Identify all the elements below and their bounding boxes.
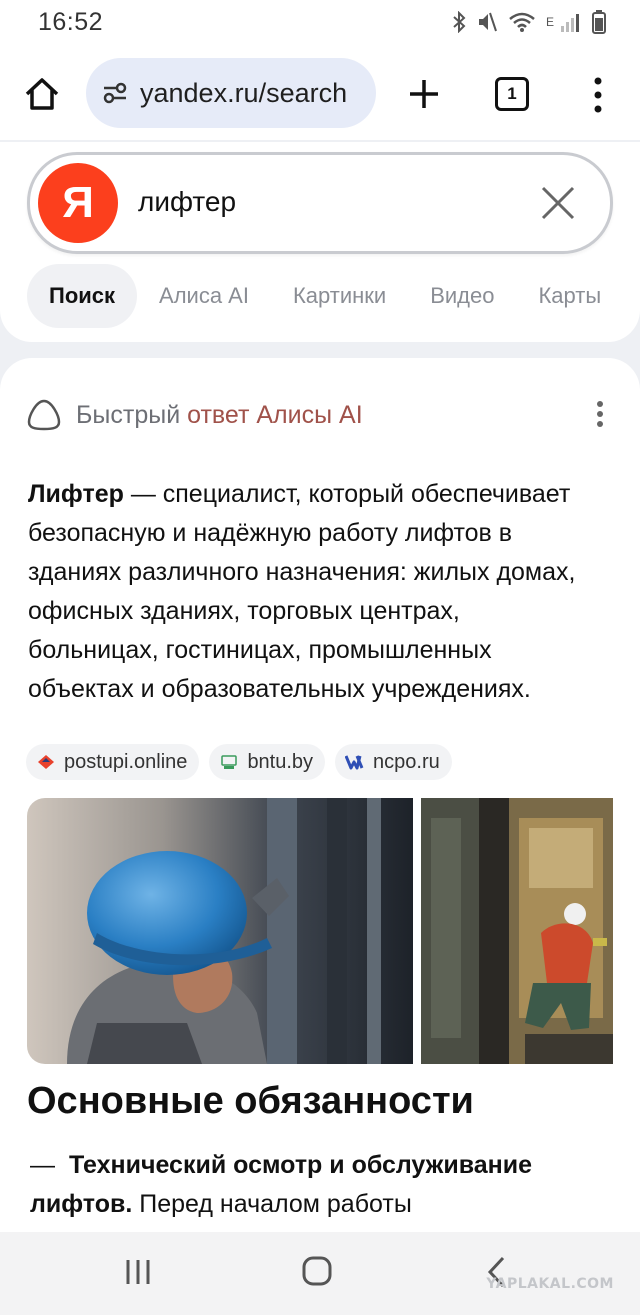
address-bar[interactable]: yandex.ru/search <box>86 58 376 128</box>
answer-header-label: Быстрый ответ Алисы AI <box>76 401 363 430</box>
answer-sources: postupi.online bntu.by ncpo.ru <box>26 744 452 780</box>
elevator-repair-photo[interactable] <box>421 798 613 1064</box>
status-bar: 16:52 E <box>0 0 640 48</box>
status-icons: E <box>452 10 606 34</box>
close-icon[interactable] <box>540 185 576 221</box>
answer-header-prefix: Быстрый <box>76 400 188 429</box>
postupi-icon <box>38 755 54 769</box>
yandex-logo[interactable]: Я <box>38 163 118 243</box>
list-dash: — <box>30 1151 55 1179</box>
browser-toolbar: yandex.ru/search 1 <box>0 48 640 140</box>
bluetooth-icon <box>453 11 466 33</box>
duty-item: — Технический осмотр и обслуживание лифто… <box>30 1146 600 1224</box>
answer-header: Быстрый ответ Алисы AI <box>26 398 363 432</box>
home-icon[interactable] <box>22 74 62 114</box>
nav-home-icon[interactable] <box>302 1256 332 1286</box>
plus-icon[interactable] <box>404 74 444 114</box>
menu-icon[interactable] <box>588 75 608 115</box>
url-text: yandex.ru/search <box>140 77 348 108</box>
answer-header-accent: ответ Алисы AI <box>187 400 363 429</box>
status-time: 16:52 <box>38 8 104 36</box>
tab-maps[interactable]: Карты <box>516 264 623 328</box>
battery-icon <box>592 10 606 34</box>
system-nav-bar: YAPLAKAL.COM <box>0 1232 640 1315</box>
answer-term: Лифтер <box>28 480 124 508</box>
mute-icon <box>478 12 497 32</box>
tab-video[interactable]: Видео <box>408 264 516 328</box>
source-bntu[interactable]: bntu.by <box>209 744 326 780</box>
network-type: E <box>545 15 554 29</box>
search-tabs: Поиск Алиса AI Картинки Видео Карты <box>27 264 623 328</box>
source-label: bntu.by <box>247 750 314 773</box>
bntu-icon <box>221 755 238 769</box>
source-label: postupi.online <box>64 750 188 773</box>
wifi-icon <box>509 12 535 32</box>
search-header: Я лифтер Поиск Алиса AI Картинки Видео К… <box>0 142 640 342</box>
more-options-icon[interactable] <box>596 400 604 428</box>
watermark: YAPLAKAL.COM <box>486 1276 614 1292</box>
section-title: Основные обязанности <box>27 1080 474 1122</box>
tab-alice[interactable]: Алиса AI <box>137 264 271 328</box>
worker-in-blue-helmet-photo[interactable] <box>27 798 413 1064</box>
ncpo-icon <box>345 755 364 770</box>
duty-item-text: Перед началом работы <box>132 1190 412 1218</box>
source-ncpo[interactable]: ncpo.ru <box>335 744 452 780</box>
quick-answer-card: Быстрый ответ Алисы AI Лифтер — специали… <box>0 358 640 1238</box>
tab-count: 1 <box>507 84 517 103</box>
search-box[interactable]: Я лифтер <box>27 152 613 254</box>
answer-text: Лифтер — специалист, который обеспечивае… <box>28 475 588 709</box>
site-settings-icon[interactable] <box>102 82 128 104</box>
recent-apps-icon[interactable] <box>124 1258 152 1286</box>
tab-images[interactable]: Картинки <box>271 264 408 328</box>
signal-icon <box>561 14 579 32</box>
tab-search[interactable]: Поиск <box>27 264 138 328</box>
answer-body: — специалист, который обеспечивает безоп… <box>28 480 576 703</box>
source-postupi[interactable]: postupi.online <box>26 744 200 780</box>
source-label: ncpo.ru <box>373 750 440 773</box>
tabs-button[interactable]: 1 <box>495 77 529 111</box>
search-input[interactable]: лифтер <box>138 186 236 218</box>
alice-icon <box>27 399 61 431</box>
